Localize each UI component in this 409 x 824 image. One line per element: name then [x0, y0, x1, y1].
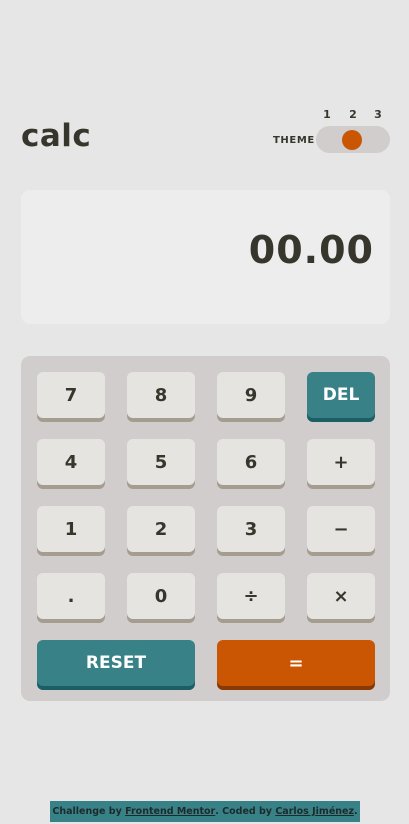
key-9[interactable]: 9 — [217, 372, 285, 418]
divide-button[interactable]: ÷ — [217, 573, 285, 619]
calculator-header: calc THEME 1 2 3 — [21, 104, 390, 154]
theme-option-numbers: 1 2 3 — [322, 108, 382, 122]
key-5[interactable]: 5 — [127, 439, 195, 485]
key-7[interactable]: 7 — [37, 372, 105, 418]
theme-option-1[interactable]: 1 — [322, 108, 332, 121]
key-1[interactable]: 1 — [37, 506, 105, 552]
key-0[interactable]: 0 — [127, 573, 195, 619]
display-value: 00.00 — [248, 228, 374, 272]
theme-toggle[interactable] — [316, 126, 390, 153]
calculator-display: 00.00 — [21, 190, 390, 324]
reset-button[interactable]: RESET — [37, 640, 195, 686]
theme-option-3[interactable]: 3 — [373, 108, 383, 121]
key-3[interactable]: 3 — [217, 506, 285, 552]
delete-button[interactable]: DEL — [307, 372, 375, 418]
app-logo: calc — [21, 118, 92, 154]
attribution-footer: Challenge by Frontend Mentor. Coded by C… — [50, 801, 360, 822]
equals-button[interactable]: = — [217, 640, 375, 686]
theme-option-2[interactable]: 2 — [348, 108, 358, 121]
plus-button[interactable]: + — [307, 439, 375, 485]
minus-button[interactable]: − — [307, 506, 375, 552]
theme-label: THEME — [273, 135, 315, 146]
key-2[interactable]: 2 — [127, 506, 195, 552]
keypad: 7 8 9 DEL 4 5 6 + 1 2 3 − . 0 ÷ × RESET … — [21, 356, 390, 701]
multiply-button[interactable]: × — [307, 573, 375, 619]
footer-suffix: . — [354, 806, 358, 817]
decimal-button[interactable]: . — [37, 573, 105, 619]
footer-middle: . Coded by — [215, 806, 272, 817]
key-8[interactable]: 8 — [127, 372, 195, 418]
footer-prefix: Challenge by — [52, 806, 122, 817]
frontend-mentor-link[interactable]: Frontend Mentor — [125, 806, 215, 817]
key-4[interactable]: 4 — [37, 439, 105, 485]
key-6[interactable]: 6 — [217, 439, 285, 485]
theme-toggle-knob[interactable] — [342, 130, 362, 150]
author-link[interactable]: Carlos Jiménez — [275, 806, 354, 817]
